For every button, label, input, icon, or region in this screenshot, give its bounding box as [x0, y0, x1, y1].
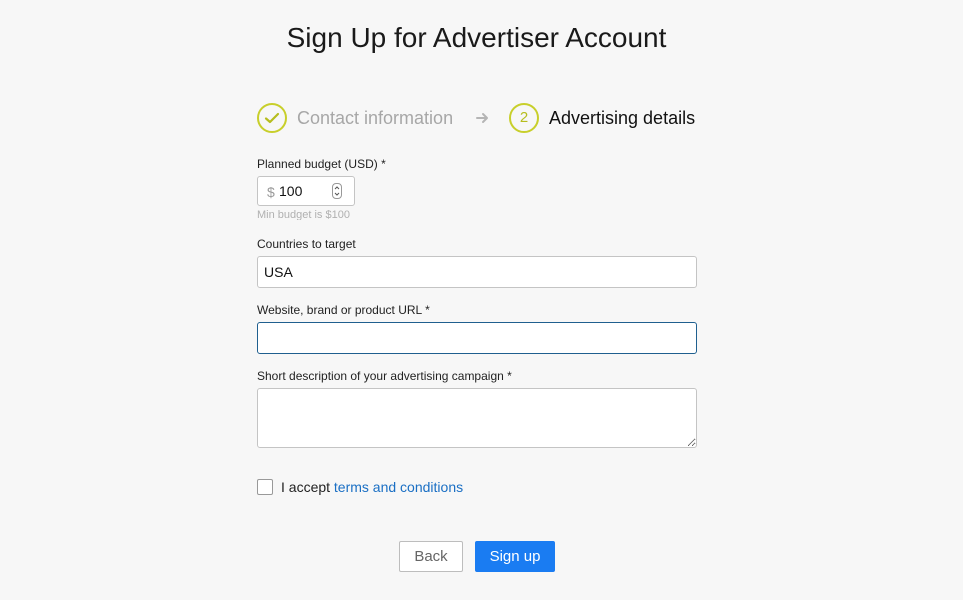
- terms-prefix: I accept: [281, 479, 334, 495]
- checkmark-icon: [264, 112, 280, 124]
- step-2-label: Advertising details: [549, 107, 696, 128]
- url-label: Website, brand or product URL *: [257, 303, 430, 317]
- page-title: Sign Up for Advertiser Account: [286, 22, 667, 53]
- budget-input[interactable]: [279, 180, 329, 202]
- back-button[interactable]: Back: [399, 541, 463, 572]
- stepper-arrows-icon: [334, 186, 340, 196]
- terms-checkbox[interactable]: [257, 479, 273, 495]
- step-1-circle: [257, 103, 287, 133]
- budget-field[interactable]: $: [257, 176, 355, 206]
- url-input[interactable]: [257, 322, 697, 354]
- step-2-circle: 2: [509, 103, 539, 133]
- dollar-sign: $: [267, 184, 275, 200]
- progress-steps: Contact information 2 Advertising detail…: [257, 102, 707, 134]
- step-2-number: 2: [519, 109, 529, 126]
- budget-stepper[interactable]: [332, 183, 342, 199]
- sign-up-button[interactable]: Sign up: [475, 541, 555, 572]
- terms-row: I accept terms and conditions: [281, 479, 463, 496]
- budget-label: Planned budget (USD) *: [257, 157, 386, 171]
- budget-hint: Min budget is $100: [257, 209, 350, 220]
- terms-link[interactable]: terms and conditions: [334, 479, 463, 495]
- countries-label: Countries to target: [257, 237, 356, 251]
- step-1-label: Contact information: [297, 107, 454, 128]
- description-textarea[interactable]: [257, 388, 697, 448]
- step-contact-information: Contact information: [257, 102, 453, 134]
- signup-page: Sign Up for Advertiser Account Contact i…: [0, 0, 963, 600]
- description-label: Short description of your advertising ca…: [257, 369, 512, 383]
- countries-input[interactable]: [257, 256, 697, 288]
- arrow-right-icon: [476, 113, 488, 123]
- step-advertising-details: 2 Advertising details: [509, 102, 695, 134]
